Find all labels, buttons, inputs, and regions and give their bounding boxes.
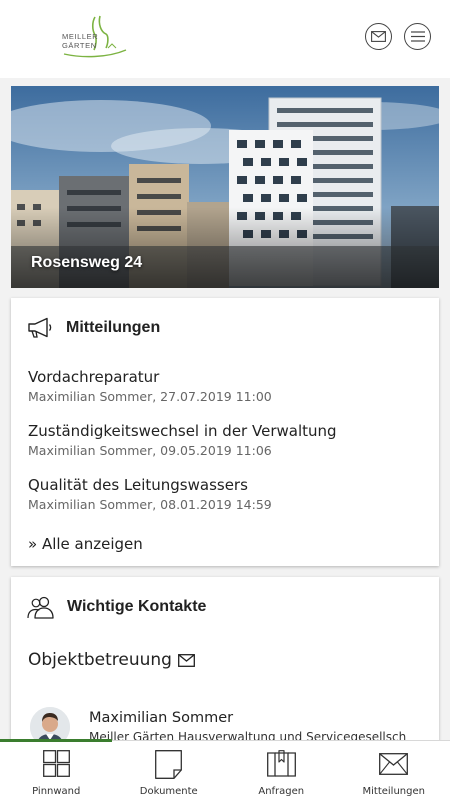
announcement-title: Zuständigkeitswechsel in der Verwaltung	[28, 422, 337, 440]
logo-line-2: GÄRTEN	[62, 40, 97, 50]
request-icon	[266, 750, 296, 777]
nav-label: Mitteilungen	[362, 786, 425, 797]
property-hero-image[interactable]: Rosensweg 24	[11, 86, 439, 288]
property-management-label: Objektbetreuung	[28, 650, 172, 670]
important-contacts-card: Wichtige Kontakte Objektbetreuung Maximi…	[11, 577, 439, 747]
announcement-meta: Maximilian Sommer, 27.07.2019 11:00	[28, 389, 272, 404]
people-icon	[27, 596, 54, 619]
announcement-meta: Maximilian Sommer, 08.01.2019 14:59	[28, 497, 272, 512]
contact-name: Maximilian Sommer	[89, 710, 234, 726]
megaphone-icon	[28, 317, 52, 338]
logo-text: MEILLER GÄRTEN	[62, 32, 98, 50]
announcement-item[interactable]: Qualität des Leitungswassers Maximilian …	[28, 476, 272, 512]
menu-button[interactable]	[404, 23, 431, 50]
grid-icon	[42, 750, 70, 777]
property-title: Rosensweg 24	[31, 254, 143, 271]
show-all-link[interactable]: » Alle anzeigen	[28, 535, 143, 553]
hamburger-menu-icon	[410, 31, 425, 42]
messages-button[interactable]	[365, 23, 392, 50]
contacts-title: Wichtige Kontakte	[67, 598, 207, 615]
meiller-gaerten-logo[interactable]: MEILLER GÄRTEN	[62, 14, 132, 60]
announcement-title: Vordachreparatur	[28, 368, 160, 386]
announcement-title: Qualität des Leitungswassers	[28, 476, 248, 494]
bottom-navigation: Pinnwand Dokumente Anfragen Mitteilungen	[0, 739, 450, 800]
nav-item-anfragen[interactable]: Anfragen	[225, 741, 338, 800]
announcements-header: Mitteilungen	[27, 316, 160, 340]
property-management-heading: Objektbetreuung	[28, 650, 195, 670]
announcement-item[interactable]: Vordachreparatur Maximilian Sommer, 27.0…	[28, 368, 272, 404]
announcement-meta: Maximilian Sommer, 09.05.2019 11:06	[28, 443, 272, 458]
nav-label: Anfragen	[258, 786, 305, 797]
envelope-icon[interactable]	[178, 653, 195, 667]
announcements-card: Mitteilungen Vordachreparatur Maximilian…	[11, 298, 439, 566]
announcements-title: Mitteilungen	[66, 319, 161, 336]
envelope-icon	[379, 753, 409, 775]
document-icon	[155, 750, 183, 779]
nav-item-mitteilungen[interactable]: Mitteilungen	[338, 741, 450, 800]
nav-item-dokumente[interactable]: Dokumente	[113, 741, 226, 800]
contacts-header: Wichtige Kontakte	[27, 595, 206, 619]
announcement-item[interactable]: Zuständigkeitswechsel in der Verwaltung …	[28, 422, 337, 458]
nav-label: Pinnwand	[32, 786, 81, 797]
app-header: MEILLER GÄRTEN	[0, 0, 450, 78]
nav-label: Dokumente	[139, 786, 198, 797]
envelope-icon	[371, 31, 386, 42]
nav-item-pinnwand[interactable]: Pinnwand	[0, 741, 113, 800]
